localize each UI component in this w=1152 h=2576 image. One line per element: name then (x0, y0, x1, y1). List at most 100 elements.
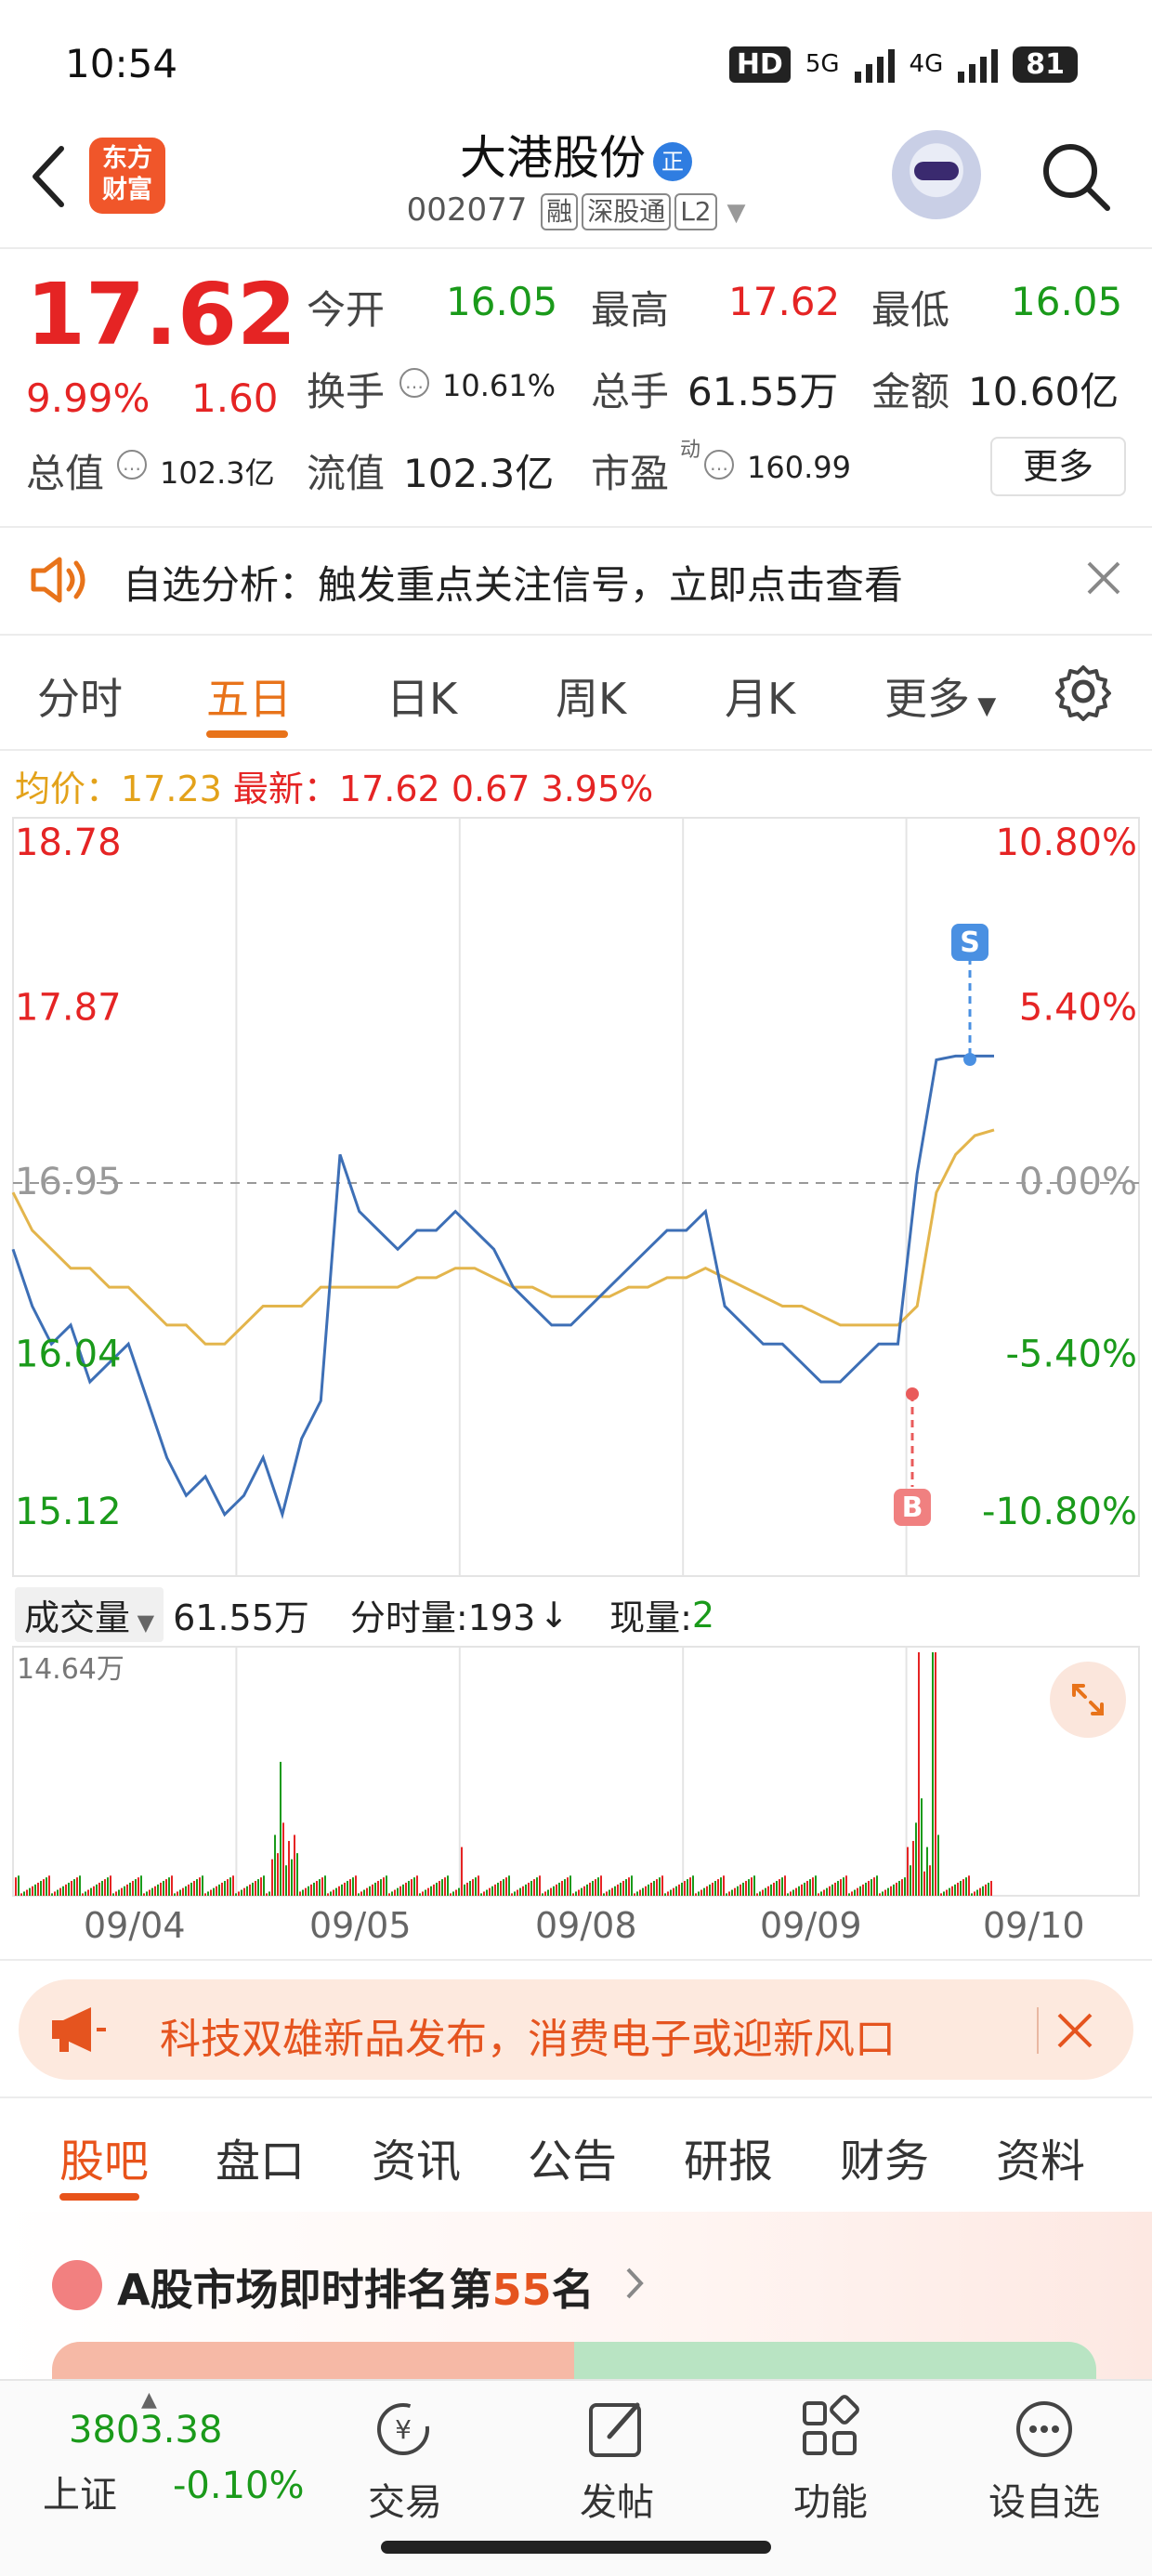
stock-code-row[interactable]: 002077 融深股通 L2 ▼ (0, 191, 1152, 230)
index-change[interactable]: -0.10% (173, 2464, 305, 2507)
volume-bar (904, 1877, 906, 1896)
gear-icon[interactable] (1054, 662, 1113, 721)
tab-five-day[interactable]: 五日 (206, 665, 292, 727)
volume-bar (525, 1884, 527, 1896)
megaphone-icon (52, 2007, 106, 2052)
speaker-icon (31, 557, 85, 603)
volume-bar (887, 1887, 889, 1896)
turnover-label: 换手 (307, 369, 386, 414)
functions-icon[interactable] (795, 2394, 866, 2464)
tab-daily-k[interactable]: 日K (386, 665, 457, 727)
volume-bar (486, 1889, 488, 1896)
news-banner-text[interactable]: 科技双雄新品发布，消费电子或迎新风口 (160, 2005, 896, 2065)
volume-bar (857, 1887, 858, 1896)
nav-post[interactable]: 发帖 (543, 2472, 691, 2526)
search-icon[interactable] (1037, 138, 1115, 216)
tab-news[interactable]: 资讯 (372, 2124, 461, 2189)
close-icon[interactable] (1052, 2007, 1098, 2054)
index-name[interactable]: 上证 (43, 2464, 117, 2518)
volume-bar (820, 1891, 822, 1896)
volume-bar (511, 1893, 513, 1896)
tab-announcement[interactable]: 公告 (528, 2124, 617, 2189)
volume-bar (901, 1879, 903, 1896)
volume-bar (723, 1875, 725, 1896)
volume-bar (34, 1884, 36, 1896)
price-line (11, 1054, 994, 1519)
volume-bar (224, 1881, 226, 1896)
volume-bar (589, 1882, 591, 1896)
volume-bar (896, 1882, 897, 1896)
float-value: 102.3亿 (403, 451, 555, 496)
volume-bar (500, 1881, 502, 1896)
volume-bar (773, 1882, 775, 1896)
low-label: 最低 (871, 287, 950, 333)
tab-intraday[interactable]: 分时 (37, 665, 123, 727)
tab-pankou[interactable]: 盘口 (216, 2124, 305, 2189)
volume-bars (15, 1652, 992, 1896)
volume-bar (391, 1891, 393, 1896)
info-icon[interactable]: … (704, 450, 734, 480)
volume-bar (126, 1884, 128, 1896)
volume-bar (592, 1881, 594, 1896)
volume-bar (491, 1886, 493, 1896)
info-icon[interactable]: … (399, 368, 429, 398)
tab-research[interactable]: 研报 (684, 2124, 773, 2189)
volume-bar (700, 1889, 702, 1896)
index-value[interactable]: 3803.38 (69, 2409, 222, 2451)
volume-bar (954, 1884, 956, 1896)
volume-bar (165, 1879, 167, 1896)
volume-bar (684, 1881, 686, 1896)
volume-bar (787, 1893, 789, 1896)
volume-bar (614, 1886, 616, 1896)
robot-avatar[interactable] (892, 130, 981, 219)
home-indicator[interactable] (381, 2541, 771, 2554)
banner-separator (1037, 2007, 1039, 2054)
tab-monthly-k[interactable]: 月K (725, 665, 795, 727)
info-icon[interactable]: … (117, 450, 147, 480)
tab-weekly-k[interactable]: 周K (556, 665, 626, 727)
trade-icon[interactable]: ¥ (368, 2394, 439, 2464)
volume-bar (263, 1875, 265, 1896)
volume-bar (990, 1881, 992, 1896)
post-icon[interactable] (582, 2394, 652, 2464)
volume-bar (572, 1893, 574, 1896)
add-watchlist-icon[interactable] (1009, 2394, 1080, 2464)
volume-bar (413, 1877, 415, 1896)
volume-bar (461, 1847, 463, 1896)
notice-text[interactable]: 自选分析：触发重点关注信号，立即点击查看 (123, 554, 903, 611)
close-icon[interactable] (1083, 558, 1124, 598)
rank-text[interactable]: A股市场即时排名第55名 (117, 2256, 595, 2318)
volume-chart: 14.64万 (12, 1646, 1140, 1897)
volume-bar (335, 1887, 337, 1896)
volume-bar (692, 1875, 694, 1896)
volume-bar (452, 1891, 454, 1896)
nav-trade[interactable]: 交易 (331, 2472, 479, 2526)
volume-bar (397, 1887, 399, 1896)
volume-bar (280, 1761, 281, 1896)
expand-icon[interactable] (1050, 1662, 1126, 1738)
rank-prefix: A股市场即时排名第 (117, 2265, 492, 2315)
nav-add-watchlist[interactable]: 设自选 (970, 2472, 1119, 2526)
volume-bar (352, 1877, 354, 1896)
more-button[interactable]: 更多 (990, 437, 1126, 496)
volume-bar (32, 1886, 33, 1896)
tab-guba[interactable]: 股吧 (59, 2124, 149, 2189)
volume-bar (698, 1891, 700, 1896)
volume-bar (935, 1652, 936, 1896)
volume-selector[interactable]: 成交量 ▼ (15, 1587, 164, 1642)
tab-more[interactable]: 更多 ▼ (884, 665, 996, 727)
chevron-right-icon[interactable] (621, 2260, 648, 2307)
volume-bar (132, 1881, 134, 1896)
volume-bar (137, 1877, 139, 1896)
volume-bar (190, 1882, 192, 1896)
rank-suffix: 名 (551, 2265, 595, 2315)
volume-bar (642, 1887, 644, 1896)
volume-bar (634, 1893, 635, 1896)
tab-profile[interactable]: 资料 (996, 2124, 1085, 2189)
rank-number: 55 (491, 2265, 552, 2315)
buy-marker-label: B (902, 1492, 923, 1524)
volume-bar (929, 1865, 931, 1896)
five-day-chart[interactable]: 18.78 10.80% 17.87 5.40% 16.95 0.00% 16.04 -5.4… (0, 808, 1152, 1589)
tab-finance[interactable]: 财务 (840, 2124, 929, 2189)
nav-functions[interactable]: 功能 (756, 2472, 905, 2526)
